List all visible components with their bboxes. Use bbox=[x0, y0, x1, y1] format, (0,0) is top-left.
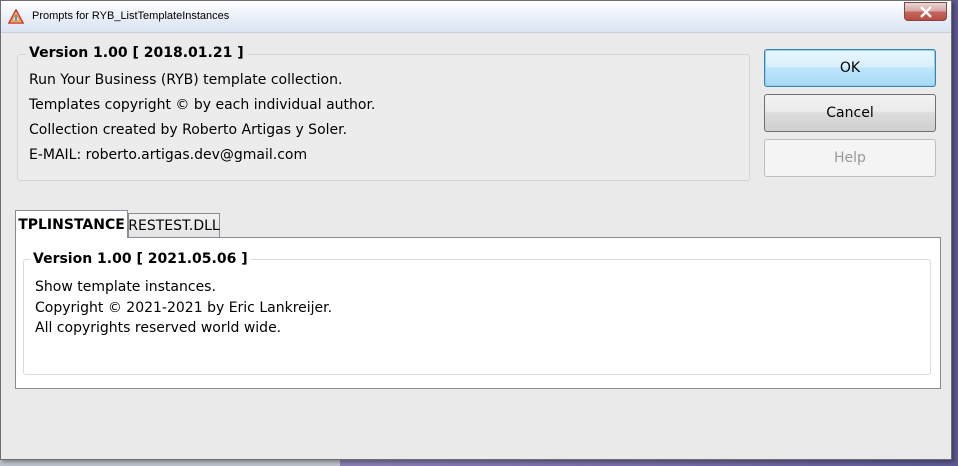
tab-content-line: Copyright © 2021-2021 by Eric Lankreijer… bbox=[35, 300, 333, 316]
tab-content-line: All copyrights reserved world wide. bbox=[35, 320, 282, 336]
tab-tplinstance[interactable]: TPLINSTANCE bbox=[15, 210, 128, 238]
tab-content-line: Show template instances. bbox=[35, 279, 216, 295]
about-line: Run Your Business (RYB) template collect… bbox=[29, 72, 343, 88]
close-icon bbox=[919, 5, 933, 18]
about-group-title: Version 1.00 [ 2018.01.21 ] bbox=[26, 45, 247, 61]
about-line: Templates copyright © by each individual… bbox=[29, 97, 376, 113]
tab-content-group bbox=[23, 259, 931, 375]
about-email: E-MAIL: roberto.artigas.dev@gmail.com bbox=[29, 147, 308, 163]
cancel-button[interactable]: Cancel bbox=[764, 94, 936, 132]
window-title: Prompts for RYB_ListTemplateInstances bbox=[32, 10, 230, 22]
tab-restest-dll[interactable]: RESTEST.DLL bbox=[128, 213, 220, 237]
title-bar[interactable]: Prompts for RYB_ListTemplateInstances bbox=[1, 1, 951, 33]
tab-content-group-title: Version 1.00 [ 2021.05.06 ] bbox=[30, 251, 251, 267]
help-button: Help bbox=[764, 139, 936, 177]
about-line: Collection created by Roberto Artigas y … bbox=[29, 122, 348, 138]
close-button[interactable] bbox=[904, 2, 947, 21]
dialog-window: Prompts for RYB_ListTemplateInstances Ve… bbox=[0, 0, 952, 460]
triangle-app-icon bbox=[7, 8, 25, 25]
ok-button[interactable]: OK bbox=[764, 49, 936, 87]
